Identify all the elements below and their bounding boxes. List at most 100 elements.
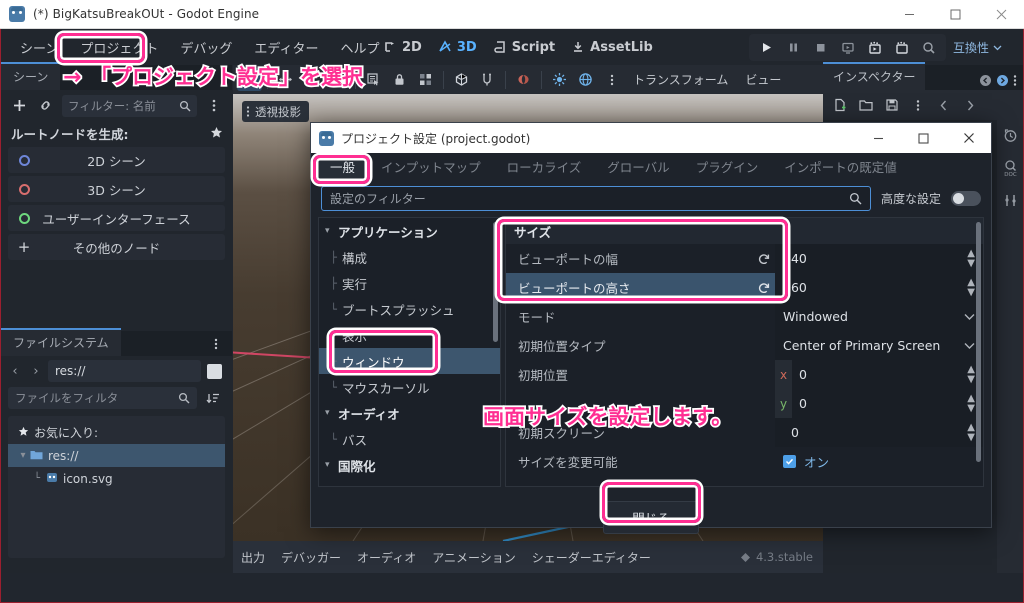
chevron-down-icon[interactable]: ▾ (325, 408, 338, 418)
play-custom-scene-icon[interactable] (861, 35, 888, 60)
property-row-resizable[interactable]: サイズを変更可能 オン (506, 447, 983, 476)
tab-plugins[interactable]: プラグイン (683, 152, 772, 182)
spinner-icon[interactable]: ▲ ▼ (967, 422, 975, 443)
list-select-icon[interactable] (361, 68, 386, 91)
property-row-viewport-width[interactable]: ビューポートの幅 540 ▲ ▼ (506, 244, 983, 273)
tree-item-window[interactable]: ├ ウィンドウ (319, 348, 500, 374)
favorite-star-icon[interactable] (210, 126, 223, 142)
save-resource-icon[interactable] (880, 93, 904, 117)
property-row-initial-position-type[interactable]: 初期位置タイプ Center of Primary Screen (506, 331, 983, 360)
gizmo-visibility-icon[interactable] (511, 68, 536, 91)
create-3d-scene-button[interactable]: 3D シーン (8, 176, 225, 202)
menu-scene[interactable]: シーン (11, 34, 67, 61)
tab-globals[interactable]: グローバル (594, 152, 682, 182)
remote-debug-icon[interactable] (915, 35, 942, 60)
resource-menu-icon[interactable] (906, 93, 930, 117)
play-icon[interactable] (753, 35, 780, 60)
stop-icon[interactable] (807, 35, 834, 60)
nav-forward-icon[interactable]: › (27, 364, 45, 379)
toggle-split-mode-icon[interactable] (207, 363, 222, 379)
lock-icon[interactable] (387, 68, 412, 91)
mode-2d-button[interactable]: 2D (383, 40, 422, 55)
new-resource-icon[interactable] (828, 93, 852, 117)
projection-mode-badge[interactable]: 透視投影 (242, 101, 309, 122)
menu-help[interactable]: ヘルプ (331, 34, 388, 61)
tab-import-defaults[interactable]: インポートの既定値 (771, 152, 910, 182)
property-row-mode[interactable]: モード Windowed (506, 302, 983, 331)
spinner-icon[interactable]: ▲ ▼ (967, 364, 975, 385)
filesystem-filter-input[interactable]: ファイルをフィルタ (8, 387, 197, 409)
tree-item-boot-splash[interactable]: └ ブートスプラッシュ (319, 296, 500, 322)
bottom-tab-animation[interactable]: アニメーション (432, 549, 516, 566)
tab-input-map[interactable]: インプットマップ (368, 152, 494, 182)
tab-localization[interactable]: ローカライズ (494, 152, 595, 182)
dialog-maximize-icon[interactable] (901, 123, 946, 153)
chevron-down-icon[interactable] (964, 338, 975, 353)
bottom-tab-shader-editor[interactable]: シェーダーエディター (532, 549, 651, 566)
checkbox-checked-icon[interactable] (783, 455, 796, 468)
chevron-down-icon[interactable]: ▾ (16, 450, 30, 461)
settings-filter-input[interactable]: 設定のフィルター (321, 186, 871, 211)
property-row-initial-position-x[interactable]: 初期位置 x 0 ▲ ▼ (506, 360, 983, 389)
scene-filter-input[interactable]: フィルター: 名前 (62, 94, 197, 117)
revert-icon[interactable] (753, 252, 775, 266)
preview-environment-icon[interactable] (573, 68, 598, 91)
tree-scrollbar[interactable] (493, 222, 498, 342)
scene-dock-menu-icon[interactable] (202, 94, 226, 118)
inspector-prev-icon[interactable] (932, 93, 956, 117)
close-icon[interactable] (978, 0, 1024, 29)
history-icon[interactable] (1003, 128, 1018, 143)
property-value-initial-position-type[interactable]: Center of Primary Screen (775, 331, 983, 360)
tab-inspector[interactable]: インスペクター (823, 62, 926, 90)
property-value-mode[interactable]: Windowed (775, 302, 983, 331)
local-space-icon[interactable] (449, 68, 474, 91)
filesystem-menu-icon[interactable] (204, 332, 228, 356)
mode-script-button[interactable]: Script (493, 40, 555, 55)
inspector-next-icon[interactable] (958, 93, 982, 117)
snap-icon[interactable] (475, 68, 500, 91)
property-row-viewport-height[interactable]: ビューポートの高さ 960 ▲ ▼ (506, 273, 983, 302)
bottom-tab-debugger[interactable]: デバッガー (281, 549, 341, 566)
tab-general[interactable]: 一般 (317, 152, 369, 182)
spinner-icon[interactable]: ▲ ▼ (967, 248, 975, 269)
property-value-resizable[interactable]: オン (775, 447, 983, 476)
menu-project[interactable]: プロジェクト (71, 34, 167, 61)
property-value-initial-position-y[interactable]: y 0 ▲ ▼ (775, 389, 983, 418)
menu-debug[interactable]: デバッグ (171, 34, 241, 61)
history-back-icon[interactable] (979, 74, 992, 87)
filesystem-path-field[interactable]: res:// (48, 360, 201, 382)
chevron-down-icon[interactable]: ▾ (325, 226, 338, 236)
tab-filesystem[interactable]: ファイルシステム (1, 328, 121, 356)
misc-tools-icon[interactable] (1003, 193, 1018, 208)
property-value-initial-screen[interactable]: 0 ▲ ▼ (775, 418, 983, 447)
filesystem-file-row[interactable]: └ icon.svg (8, 467, 225, 490)
dialog-minimize-icon[interactable] (856, 123, 901, 153)
property-value-viewport-height[interactable]: 960 ▲ ▼ (775, 273, 983, 302)
create-other-node-button[interactable]: + その他のノード (8, 234, 225, 260)
group-icon[interactable] (413, 68, 438, 91)
instance-scene-icon[interactable] (33, 94, 57, 118)
minimize-icon[interactable] (886, 0, 932, 29)
chevron-down-icon[interactable]: ▾ (325, 460, 338, 470)
view-menu[interactable]: ビュー (737, 71, 789, 88)
transform-menu[interactable]: トランスフォーム (625, 71, 736, 88)
play-scene-icon[interactable] (834, 35, 861, 60)
settings-category-tree[interactable]: ▾ アプリケーション ├ 構成 ├ 実行 └ ブートスプラッシュ 表示 ├ ウィ… (318, 217, 501, 487)
tree-item-mouse-cursor[interactable]: └ マウスカーソル (319, 374, 500, 400)
inspector-menu-icon[interactable] (1013, 74, 1017, 87)
tree-item-display[interactable]: 表示 (319, 322, 500, 348)
mode-3d-button[interactable]: 3D (438, 40, 477, 55)
mode-assetlib-button[interactable]: AssetLib (571, 40, 653, 55)
tree-item-config[interactable]: ├ 構成 (319, 244, 500, 270)
sort-files-icon[interactable] (201, 386, 225, 410)
create-2d-scene-button[interactable]: 2D シーン (8, 147, 225, 173)
menu-editor[interactable]: エディター (245, 34, 327, 61)
preview-sun-icon[interactable] (547, 68, 572, 91)
filesystem-root-row[interactable]: ▾ res:// (8, 444, 225, 467)
tree-item-run[interactable]: ├ 実行 (319, 270, 500, 296)
property-value-initial-position-x[interactable]: x 0 ▲ ▼ (775, 360, 983, 389)
pause-icon[interactable] (780, 35, 807, 60)
nav-back-icon[interactable]: ‹ (6, 364, 24, 379)
renderer-selector[interactable]: 互換性 (953, 30, 1002, 65)
dialog-close-icon[interactable] (946, 123, 991, 153)
